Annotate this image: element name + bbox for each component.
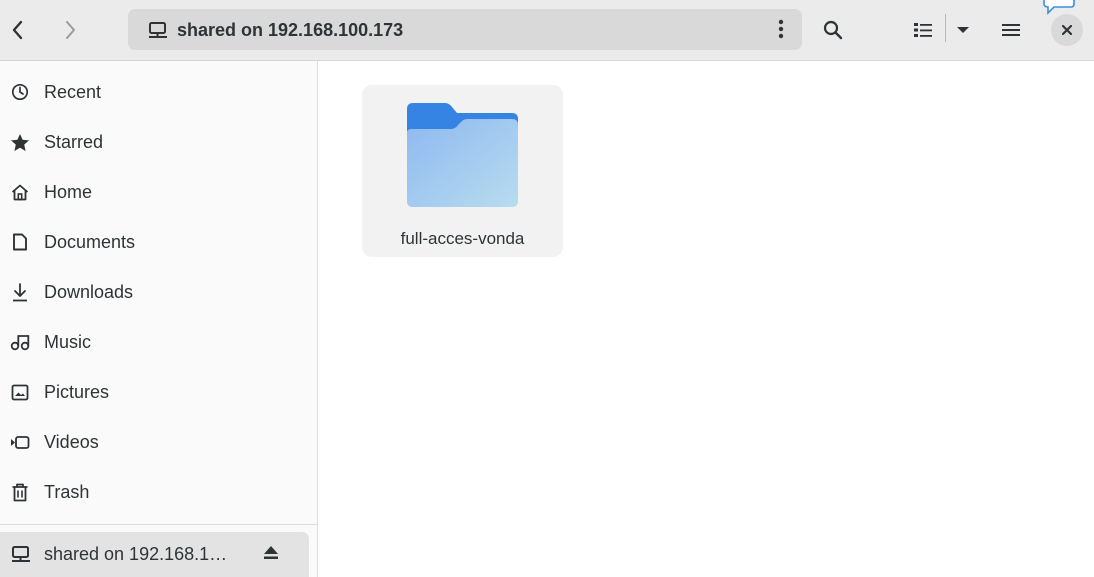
chevron-right-icon [66, 21, 75, 39]
sidebar-item-label: Documents [44, 232, 136, 252]
picture-icon [10, 382, 30, 402]
star-icon [10, 132, 30, 152]
eject-icon [264, 546, 278, 559]
document-icon [10, 232, 30, 252]
search-icon [823, 20, 843, 40]
trash-icon [10, 482, 30, 502]
sidebar-item-label: Recent [44, 82, 102, 102]
sidebar-item-documents[interactable]: Documents [0, 219, 317, 265]
sidebar-item-label: Music [44, 332, 92, 352]
close-icon [1062, 25, 1072, 35]
sidebar-item-label: Starred [44, 132, 104, 152]
sidebar-item-label: Home [44, 182, 93, 202]
folder-item[interactable]: full-acces-vonda [362, 85, 563, 257]
main-menu-button[interactable] [994, 14, 1028, 46]
eject-button[interactable] [262, 545, 280, 566]
sidebar-item-home[interactable]: Home [0, 169, 317, 215]
close-button[interactable] [1051, 14, 1083, 46]
sidebar-item-label: Downloads [44, 282, 134, 302]
view-dropdown-button[interactable] [950, 14, 976, 46]
view-button[interactable] [906, 14, 940, 46]
sidebar-item-music[interactable]: Music [0, 319, 317, 365]
folder-icon [407, 103, 518, 207]
caret-down-icon [957, 27, 969, 33]
forward-button[interactable] [56, 16, 84, 44]
sidebar-item-label: shared on 192.168.1… [44, 544, 228, 564]
chevron-left-icon [12, 20, 23, 40]
sidebar-item-label: Pictures [44, 382, 110, 402]
sidebar-item-downloads[interactable]: Downloads [0, 269, 317, 315]
folder-name: full-acces-vonda [400, 229, 525, 248]
header-bar: shared on 192.168.100.173 [0, 0, 1094, 61]
location-menu-button[interactable] [778, 19, 784, 44]
network-drive-icon [149, 22, 167, 38]
clock-icon [10, 82, 30, 102]
sidebar-divider [0, 524, 317, 525]
sidebar-item-label: Videos [44, 432, 99, 452]
sidebar-item-network-share[interactable]: shared on 192.168.1… [0, 532, 309, 577]
hamburger-icon [1002, 24, 1020, 36]
vertical-dots-icon [778, 19, 784, 39]
file-view: full-acces-vonda [318, 61, 1094, 577]
list-view-icon [914, 23, 932, 37]
chat-bubble-icon [1043, 0, 1075, 15]
search-button[interactable] [816, 14, 850, 46]
view-separator [945, 14, 946, 42]
sidebar-item-videos[interactable]: Videos [0, 419, 317, 465]
back-button[interactable] [4, 16, 32, 44]
download-icon [10, 282, 30, 302]
location-label: shared on 192.168.100.173 [177, 20, 404, 40]
sidebar: Recent Starred Home Documents Downloads … [0, 61, 318, 577]
location-bar[interactable]: shared on 192.168.100.173 [128, 9, 802, 50]
sidebar-item-recent[interactable]: Recent [0, 69, 317, 115]
home-icon [10, 182, 30, 202]
video-icon [10, 432, 30, 452]
sidebar-item-pictures[interactable]: Pictures [0, 369, 317, 415]
sidebar-item-label: Trash [44, 482, 90, 502]
sidebar-item-trash[interactable]: Trash [0, 469, 317, 515]
music-icon [10, 332, 30, 352]
network-drive-icon [12, 546, 30, 562]
sidebar-item-starred[interactable]: Starred [0, 119, 317, 165]
